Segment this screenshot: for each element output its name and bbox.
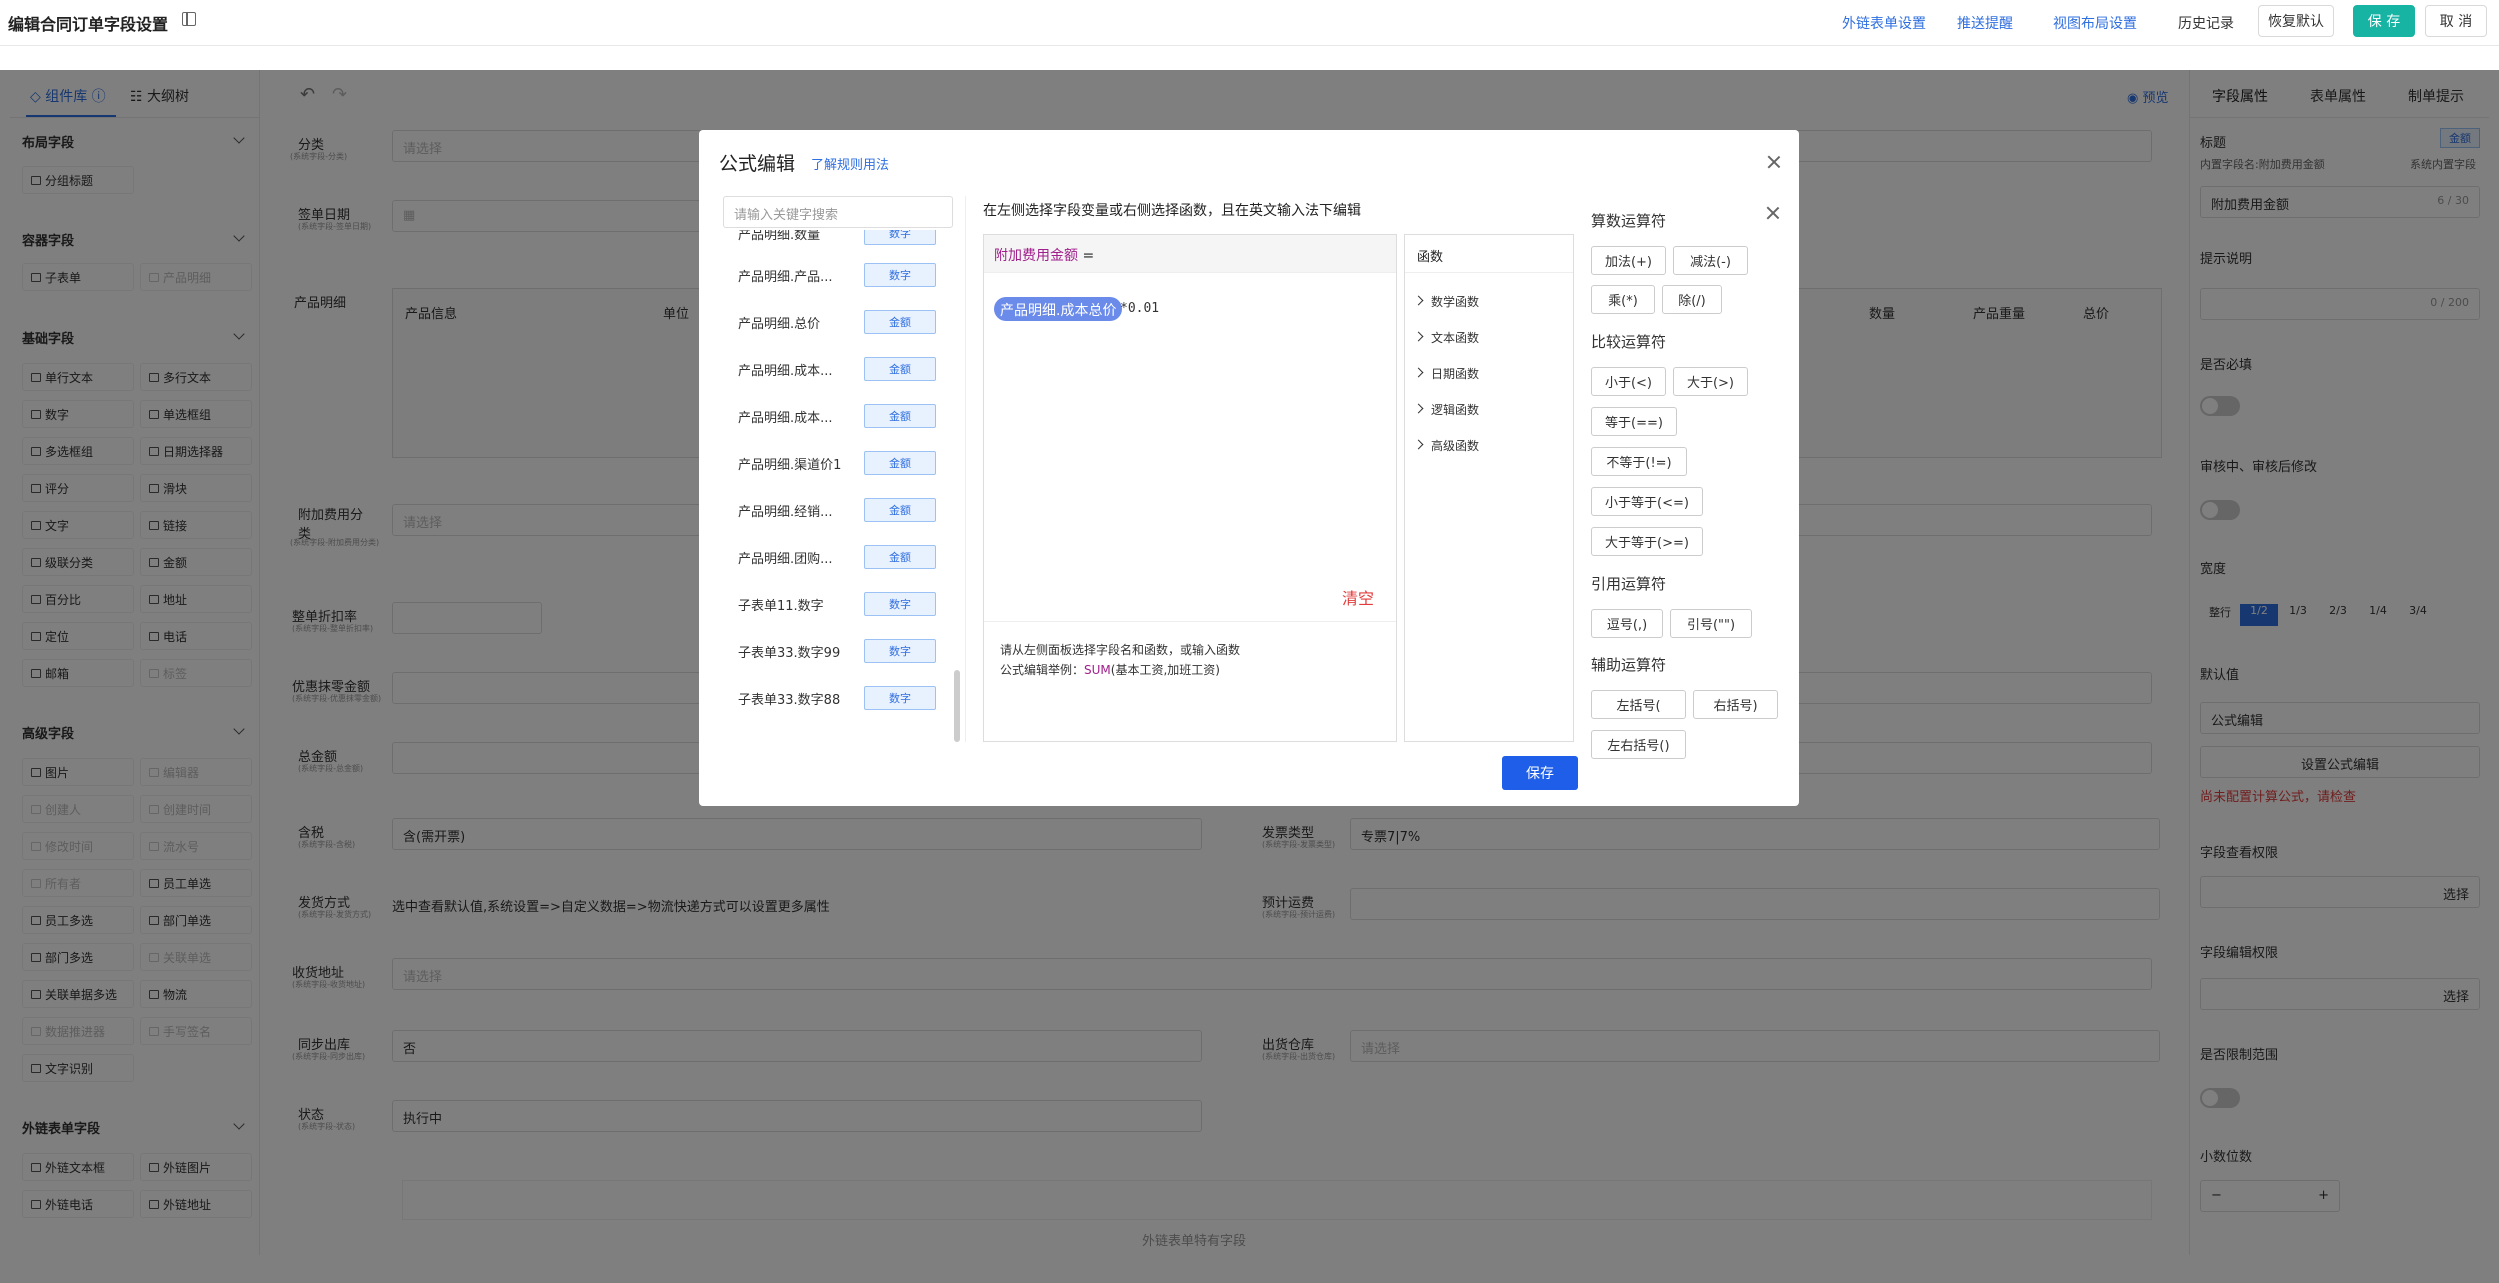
list-item[interactable]: 产品明细.总价 金额 bbox=[738, 307, 938, 335]
function-category-text[interactable]: 文本函数 bbox=[1415, 329, 1479, 346]
field-list: 产品明细.数量 数字 产品明细.产品... 数字 产品明细.总价 金额 产品明细.成本… bbox=[723, 230, 953, 742]
modal-save-button[interactable]: 保存 bbox=[1502, 756, 1578, 790]
op-greater-equal-button[interactable]: 大于等于(>=) bbox=[1591, 527, 1703, 556]
op-not-equal-button[interactable]: 不等于(!=) bbox=[1591, 447, 1687, 476]
function-panel: 函数 数学函数 文本函数 日期函数 逻辑函数 高级函数 bbox=[1404, 234, 1574, 742]
clear-button[interactable]: 清空 bbox=[1342, 585, 1374, 609]
op-greater-button[interactable]: 大于(>) bbox=[1673, 367, 1748, 396]
formula-field-chip[interactable]: 产品明细.成本总价 bbox=[994, 297, 1123, 321]
restore-default-button[interactable]: 恢复默认 bbox=[2258, 5, 2334, 37]
compare-operators-title: 比较运算符 bbox=[1591, 333, 1667, 351]
list-item[interactable]: 产品明细.渠道价1 金额 bbox=[738, 448, 938, 476]
op-quote-button[interactable]: 引号("") bbox=[1670, 609, 1752, 638]
arith-operators-title: 算数运算符 bbox=[1591, 212, 1667, 230]
list-item[interactable]: 子表单11.数字 数字 bbox=[738, 589, 938, 617]
op-left-paren-button[interactable]: 左括号( bbox=[1591, 690, 1686, 719]
layout-icon[interactable] bbox=[182, 12, 196, 26]
external-form-settings-link[interactable]: 外链表单设置 bbox=[1842, 13, 1926, 33]
field-search-input[interactable]: 请输入关键字搜索 bbox=[723, 196, 953, 228]
list-item[interactable]: 产品明细.成本... 金额 bbox=[738, 401, 938, 429]
list-item[interactable]: 产品明细.产品... 数字 bbox=[738, 260, 938, 288]
list-item[interactable]: 产品明细.经销... 金额 bbox=[738, 495, 938, 523]
function-category-math[interactable]: 数学函数 bbox=[1415, 293, 1479, 310]
quote-operators-title: 引用运算符 bbox=[1591, 575, 1667, 593]
operator-panel-close-icon[interactable] bbox=[1766, 206, 1780, 220]
op-divide-button[interactable]: 除(/) bbox=[1662, 285, 1722, 314]
aux-operators-title: 辅助运算符 bbox=[1591, 656, 1667, 674]
list-item[interactable]: 产品明细.数量 数字 bbox=[738, 230, 938, 246]
view-layout-settings-link[interactable]: 视图布局设置 bbox=[2053, 13, 2137, 33]
cancel-button[interactable]: 取 消 bbox=[2425, 5, 2487, 37]
function-header: 函数 bbox=[1405, 235, 1573, 273]
op-equal-button[interactable]: 等于(==) bbox=[1591, 407, 1677, 436]
formula-hint: 请从左侧面板选择字段名和函数，或输入函数 公式编辑举例：SUM(基本工资,加班工… bbox=[984, 621, 1396, 741]
list-item[interactable]: 产品明细.团购... 金额 bbox=[738, 542, 938, 570]
formula-target: 附加费用金额 = bbox=[984, 235, 1396, 273]
function-category-advanced[interactable]: 高级函数 bbox=[1415, 437, 1479, 454]
close-icon[interactable] bbox=[1767, 155, 1781, 169]
top-bar: 编辑合同订单字段设置 外链表单设置 推送提醒 视图布局设置 历史记录 恢复默认 … bbox=[0, 0, 2499, 46]
field-list-scrollbar[interactable] bbox=[954, 670, 960, 742]
list-item[interactable]: 产品明细.成本... 金额 bbox=[738, 354, 938, 382]
function-category-date[interactable]: 日期函数 bbox=[1415, 365, 1479, 382]
page-title: 编辑合同订单字段设置 bbox=[8, 15, 169, 34]
push-reminder-link[interactable]: 推送提醒 bbox=[1957, 13, 2013, 33]
save-button[interactable]: 保 存 bbox=[2353, 5, 2415, 37]
op-comma-button[interactable]: 逗号(,) bbox=[1591, 609, 1663, 638]
op-add-button[interactable]: 加法(+) bbox=[1591, 246, 1666, 275]
list-item[interactable]: 子表单33.数字99 数字 bbox=[738, 636, 938, 664]
op-subtract-button[interactable]: 减法(-) bbox=[1673, 246, 1748, 275]
function-category-logic[interactable]: 逻辑函数 bbox=[1415, 401, 1479, 418]
op-right-paren-button[interactable]: 右括号) bbox=[1693, 690, 1778, 719]
editor-instruction: 在左侧选择字段变量或右侧选择函数，且在英文输入法下编辑 bbox=[983, 203, 1361, 219]
op-paren-pair-button[interactable]: 左右括号() bbox=[1591, 730, 1686, 759]
op-less-equal-button[interactable]: 小于等于(<=) bbox=[1591, 487, 1703, 516]
history-link[interactable]: 历史记录 bbox=[2178, 13, 2234, 33]
list-item[interactable]: 子表单33.数字88 数字 bbox=[738, 683, 938, 711]
op-multiply-button[interactable]: 乘(*) bbox=[1591, 285, 1655, 314]
help-link[interactable]: 了解规则用法 bbox=[811, 154, 889, 173]
formula-expression[interactable]: *0.01 bbox=[1120, 301, 1159, 316]
modal-title: 公式编辑 bbox=[719, 153, 796, 175]
op-less-button[interactable]: 小于(<) bbox=[1591, 367, 1666, 396]
formula-editor-modal: 公式编辑 了解规则用法 请输入关键字搜索 产品明细.数量 数字 产品明细.产品..… bbox=[699, 130, 1799, 806]
formula-editor[interactable]: 附加费用金额 = 产品明细.成本总价 *0.01 清空 请从左侧面板选择字段名和… bbox=[983, 234, 1397, 742]
